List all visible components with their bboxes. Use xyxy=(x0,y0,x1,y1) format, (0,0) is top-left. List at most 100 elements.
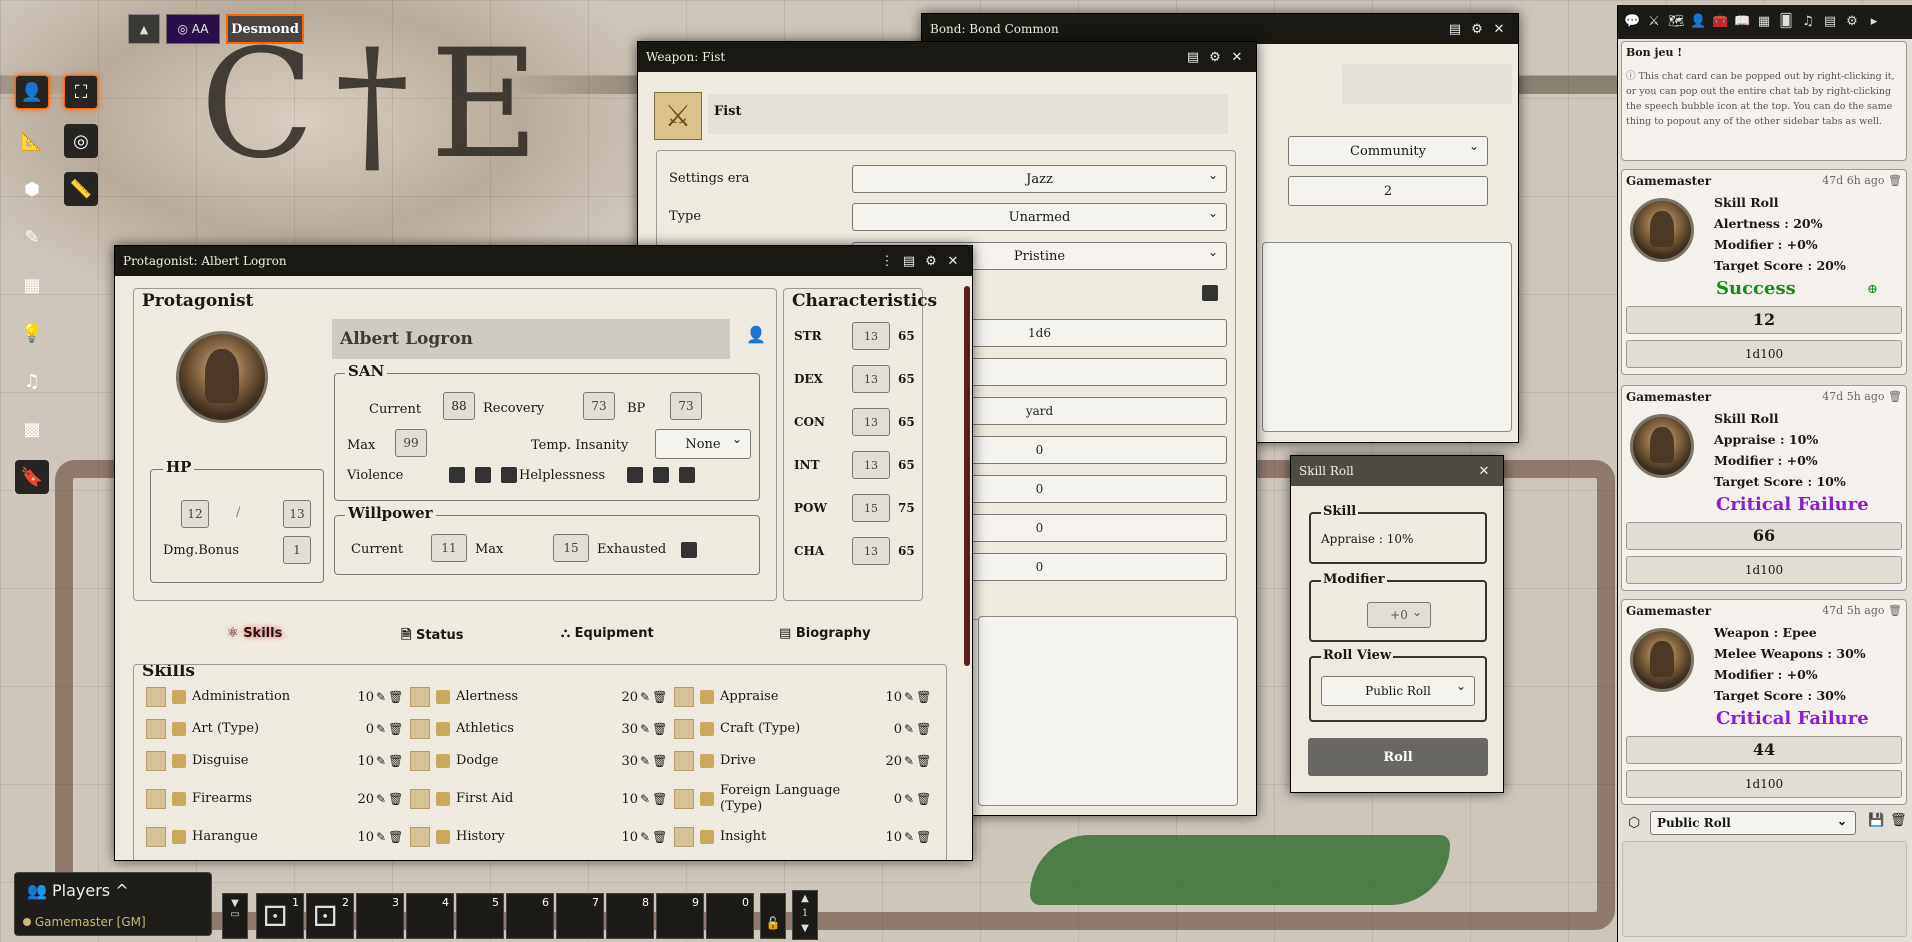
edit-icon[interactable]: ✎ xyxy=(376,792,386,806)
hand-icon[interactable] xyxy=(700,690,714,704)
lighting-button[interactable]: 💡 xyxy=(15,316,49,350)
skill-row[interactable]: First Aid 10 ✎ 🗑 xyxy=(410,789,672,809)
trash-icon[interactable]: 🗑 xyxy=(916,830,931,844)
edit-icon[interactable]: ✎ xyxy=(376,754,386,768)
hotbar-slot[interactable]: 9 xyxy=(656,893,704,939)
characteristic-name[interactable]: CON xyxy=(794,415,852,429)
chat-message[interactable]: Gamemaster 47d 5h ago 🗑 Weapon : Epee Melee… xyxy=(1621,599,1907,805)
violence-checkbox[interactable] xyxy=(449,467,465,483)
trash-icon[interactable]: 🗑 xyxy=(388,792,403,806)
wp-max-field[interactable]: 15 xyxy=(553,534,589,562)
violence-checkbox[interactable] xyxy=(475,467,491,483)
close-icon[interactable]: ✕ xyxy=(1226,50,1248,65)
roll-total[interactable]: 66 xyxy=(1626,522,1902,550)
edit-icon[interactable]: ✎ xyxy=(376,722,386,736)
sheet-icon[interactable]: ▤ xyxy=(1444,22,1466,37)
skill-row[interactable]: Athletics 30 ✎ 🗑 xyxy=(410,719,672,739)
tab-status[interactable]: 🗎 Status xyxy=(401,626,464,648)
hand-icon[interactable] xyxy=(172,722,186,736)
hotbar-slot[interactable]: ⚀ 1 xyxy=(256,893,304,939)
character-sheet-header[interactable]: Protagonist: Albert Logron ⋮ ▤ ⚙ ✕ xyxy=(115,246,972,276)
skill-row[interactable]: Firearms 20 ✎ 🗑 xyxy=(146,789,408,809)
ruler-tool-button[interactable]: 📏 xyxy=(64,172,98,206)
edit-icon[interactable]: ✎ xyxy=(904,690,914,704)
combat-tab-icon[interactable]: ⚔ xyxy=(1646,14,1662,30)
walls-button[interactable]: ▦ xyxy=(15,268,49,302)
trash-icon[interactable]: 🗑 xyxy=(916,792,931,806)
more-icon[interactable]: ⋮ xyxy=(876,254,898,269)
notes-button[interactable]: 🔖 xyxy=(15,460,49,494)
hand-icon[interactable] xyxy=(700,754,714,768)
character-name-field[interactable]: Albert Logron xyxy=(332,319,730,359)
user-lock-icon[interactable]: 👤 xyxy=(746,325,766,344)
modifier-select[interactable]: +0 xyxy=(1367,602,1431,628)
trash-icon[interactable]: 🗑 xyxy=(652,722,667,736)
trash-icon[interactable]: 🗑 xyxy=(1888,174,1902,187)
skill-figure-icon[interactable] xyxy=(146,751,166,771)
hotbar-slot[interactable]: 6 xyxy=(506,893,554,939)
tiles-button[interactable]: ⬢ xyxy=(15,172,49,206)
skill-figure-icon[interactable] xyxy=(410,827,430,847)
hp-current-field[interactable]: 12 xyxy=(181,500,209,528)
skill-row[interactable]: Alertness 20 ✎ 🗑 xyxy=(410,687,672,707)
skill-row[interactable]: Harangue 10 ✎ 🗑 xyxy=(146,827,408,847)
recovery-field[interactable]: 73 xyxy=(583,392,615,420)
characteristic-value-field[interactable]: 13 xyxy=(852,365,890,393)
hotbar-slot[interactable]: 4 xyxy=(406,893,454,939)
journal-tab-icon[interactable]: 📖 xyxy=(1734,14,1750,30)
skill-row[interactable]: Disguise 10 ✎ 🗑 xyxy=(146,751,408,771)
hand-icon[interactable] xyxy=(436,792,450,806)
hand-icon[interactable] xyxy=(172,690,186,704)
dmg-bonus-field[interactable]: 1 xyxy=(283,536,311,564)
hotbar-slot[interactable]: 3 xyxy=(356,893,404,939)
roll-total[interactable]: 44 xyxy=(1626,736,1902,764)
edit-icon[interactable]: ✎ xyxy=(904,754,914,768)
roll-button[interactable]: Roll xyxy=(1308,738,1488,776)
scene-nav-toggle[interactable]: ▲ xyxy=(128,14,160,44)
trash-icon[interactable]: 🗑 xyxy=(388,830,403,844)
player-scene-tab[interactable]: Desmond xyxy=(226,14,304,44)
skill-figure-icon[interactable] xyxy=(146,687,166,707)
skill-roll-header[interactable]: Skill Roll ✕ xyxy=(1291,456,1503,486)
drawing-button[interactable]: ✎ xyxy=(15,220,49,254)
sheet-icon[interactable]: ▤ xyxy=(1182,50,1204,65)
cards-tab-icon[interactable]: 🂠 xyxy=(1778,14,1794,30)
roll-formula[interactable]: 1d100 xyxy=(1626,340,1902,368)
bond-value-field[interactable]: 2 xyxy=(1288,176,1488,206)
roll-formula[interactable]: 1d100 xyxy=(1626,556,1902,584)
weapon-type-select[interactable]: Unarmed xyxy=(852,203,1227,231)
bond-description[interactable] xyxy=(1262,242,1512,432)
characteristic-name[interactable]: STR xyxy=(794,329,852,343)
violence-checkbox[interactable] xyxy=(501,467,517,483)
skill-figure-icon[interactable] xyxy=(674,687,694,707)
hand-icon[interactable] xyxy=(172,830,186,844)
skill-row[interactable]: Art (Type) 0 ✎ 🗑 xyxy=(146,719,408,739)
tab-equipment[interactable]: ⛬ Equipment xyxy=(561,626,654,641)
skill-row[interactable]: Administration 10 ✎ 🗑 xyxy=(146,687,408,707)
skill-figure-icon[interactable] xyxy=(410,719,430,739)
trash-icon[interactable]: 🗑 xyxy=(652,792,667,806)
dice-icon[interactable]: ⬡ xyxy=(1628,815,1640,831)
characteristic-value-field[interactable]: 15 xyxy=(852,494,890,522)
protagonist-portrait[interactable] xyxy=(176,331,268,423)
hotbar-slot[interactable]: 5 xyxy=(456,893,504,939)
target-button[interactable]: ◎ xyxy=(64,124,98,158)
edit-icon[interactable]: ✎ xyxy=(640,792,650,806)
roll-total[interactable]: 12 xyxy=(1626,306,1902,334)
trash-icon[interactable]: 🗑 xyxy=(652,690,667,704)
hand-icon[interactable] xyxy=(436,690,450,704)
roll-formula[interactable]: 1d100 xyxy=(1626,770,1902,798)
save-icon[interactable]: 💾 xyxy=(1868,813,1884,828)
sounds-button[interactable]: ♫ xyxy=(15,364,49,398)
characteristic-name[interactable]: POW xyxy=(794,501,852,515)
skill-row[interactable]: Drive 20 ✎ 🗑 xyxy=(674,751,936,771)
skill-row[interactable]: Dodge 30 ✎ 🗑 xyxy=(410,751,672,771)
actors-tab-icon[interactable]: 👤 xyxy=(1690,14,1706,30)
temp-insanity-select[interactable]: None xyxy=(655,429,751,459)
trash-icon[interactable]: 🗑 xyxy=(1888,390,1902,403)
characteristic-value-field[interactable]: 13 xyxy=(852,322,890,350)
skill-row[interactable]: History 10 ✎ 🗑 xyxy=(410,827,672,847)
skill-figure-icon[interactable] xyxy=(674,751,694,771)
edit-icon[interactable]: ✎ xyxy=(904,830,914,844)
hand-icon[interactable] xyxy=(700,830,714,844)
